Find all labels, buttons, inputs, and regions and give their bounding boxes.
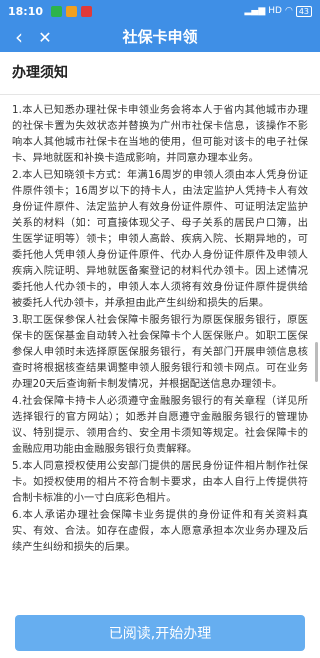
wifi-icon: ◠: [284, 6, 293, 16]
battery-icon: 43: [295, 5, 312, 17]
notice-item: 2.本人已知晓领卡方式：年满16周岁的申领人须由本人凭身份证件原件领卡；16周岁…: [12, 170, 308, 309]
notification-icons: [51, 5, 93, 17]
back-icon[interactable]: ‹: [6, 22, 32, 52]
notice-item: 4.社会保障卡持卡人必须遵守金融服务银行的有关章程（详见所选择银行的官方网站）；…: [12, 396, 308, 455]
app-notification-icon: [66, 5, 78, 17]
notice-item: 5.本人同意授权使用公安部门提供的居民身份证件相片制作社保卡。如授权使用的相片不…: [12, 461, 308, 504]
status-bar: 18:10 ▂▄▆ HD ◠ 43: [0, 0, 320, 22]
app-notification-icon: [81, 5, 93, 17]
notice-list: 1.本人已知悉办理社保卡申领业务会将本人于省内其他城市办理的社保卡置为失效状态并…: [0, 95, 320, 556]
nav-bar: ‹ ✕ 社保卡申领: [0, 22, 320, 52]
close-icon[interactable]: ✕: [32, 22, 58, 52]
signal-icon: ▂▄▆: [244, 6, 266, 16]
notice-heading: 办理须知: [12, 65, 68, 81]
status-time: 18:10: [8, 4, 44, 18]
notice-item: 1.本人已知悉办理社保卡申领业务会将本人于省内其他城市办理的社保卡置为失效状态并…: [12, 105, 308, 164]
start-application-button[interactable]: 已阅读,开始办理: [15, 615, 305, 651]
status-indicators: ▂▄▆ HD ◠ 43: [244, 5, 312, 17]
app-notification-icon: [51, 5, 63, 17]
notice-item: 3.职工医保参保人社会保障卡服务银行为原医保服务银行，原医保卡的医保基金自动转入…: [12, 315, 308, 390]
network-label: HD: [268, 6, 282, 16]
notice-content[interactable]: 办理须知 1.本人已知悉办理社保卡申领业务会将本人于省内其他城市办理的社保卡置为…: [0, 52, 320, 608]
notice-item: 6.本人承诺办理社会保障卡业务提供的身份证件和有关资料真实、有效、合法。如存在虚…: [12, 510, 308, 553]
footer: 已阅读,开始办理: [0, 608, 320, 658]
scrollbar[interactable]: [315, 342, 318, 382]
